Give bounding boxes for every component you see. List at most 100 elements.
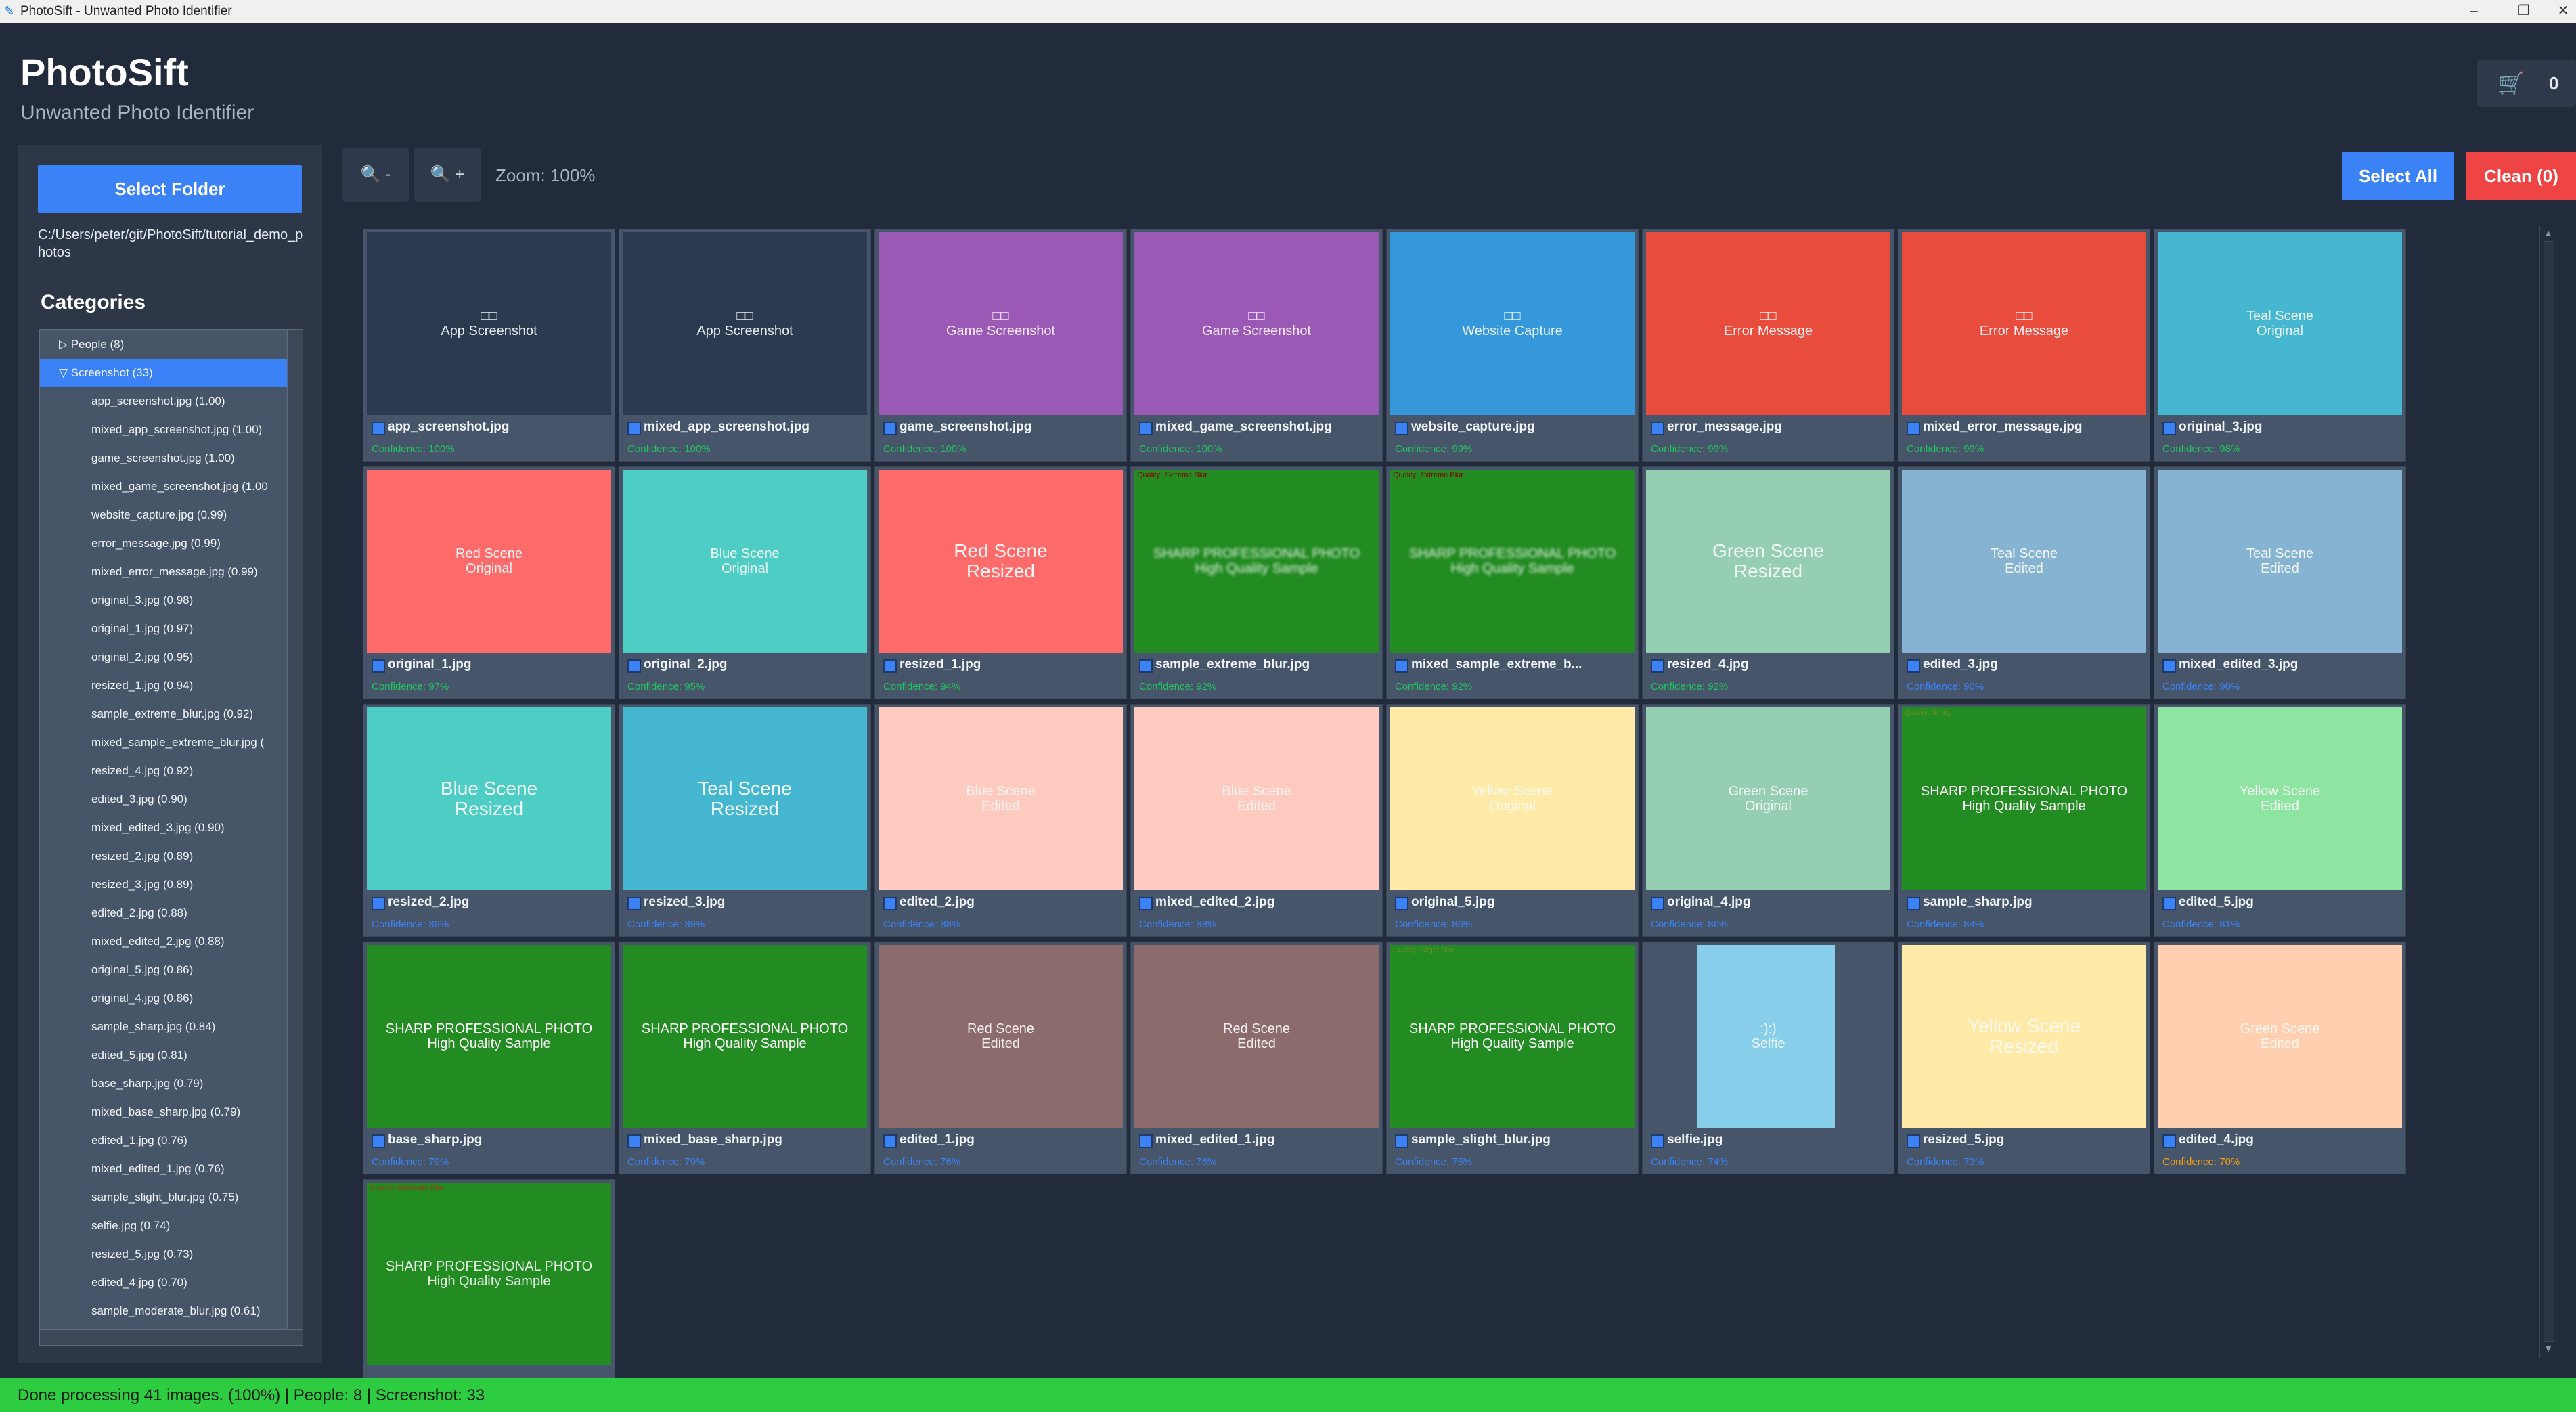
photo-card[interactable]: Green Scene Resized resized_4.jpg Confiden… <box>1642 466 1894 699</box>
tree-item-file[interactable]: original_5.jpg (0.86) <box>40 956 303 984</box>
photo-card[interactable]: SHARP PROFESSIONAL PHOTO High Quality Sa… <box>1898 704 2150 937</box>
tree-item-file[interactable]: error_message.jpg (0.99) <box>40 530 303 557</box>
tree-item-file[interactable]: resized_1.jpg (0.94) <box>40 672 303 699</box>
select-checkbox[interactable] <box>1907 659 1920 673</box>
photo-thumbnail[interactable]: Red Scene Original <box>367 470 611 653</box>
photo-card[interactable]: Yellow Scene Resized resized_5.jpg Confide… <box>1898 942 2150 1174</box>
photo-card[interactable]: Teal Scene Resized resized_3.jpg Confidenc… <box>619 704 871 937</box>
select-checkbox[interactable] <box>1139 659 1153 673</box>
tree-item-file[interactable]: sample_moderate_blur.jpg (0.61) <box>40 1298 303 1325</box>
select-checkbox[interactable] <box>1651 897 1664 910</box>
select-checkbox[interactable] <box>1395 659 1408 673</box>
tree-item-file[interactable]: base_sharp.jpg (0.79) <box>40 1070 303 1097</box>
cart-button[interactable]: 🛒 0 <box>2477 60 2576 107</box>
tree-item-file[interactable]: resized_3.jpg (0.89) <box>40 871 303 898</box>
tree-item-file[interactable]: edited_2.jpg (0.88) <box>40 900 303 927</box>
minimize-button[interactable]: – <box>2450 0 2497 23</box>
tree-item-file[interactable]: sample_sharp.jpg (0.84) <box>40 1013 303 1040</box>
tree-item-file[interactable]: mixed_error_message.jpg (0.99) <box>40 558 303 586</box>
photo-card[interactable]: SHARP PROFESSIONAL PHOTO High Quality Sa… <box>1130 466 1383 699</box>
select-checkbox[interactable] <box>1651 1134 1664 1148</box>
select-checkbox[interactable] <box>627 659 641 673</box>
tree-item-file[interactable]: resized_2.jpg (0.89) <box>40 843 303 870</box>
photo-thumbnail[interactable]: Red Scene Resized <box>879 470 1123 653</box>
photo-card[interactable]: □□ Website Capture website_capture.jpg Con… <box>1386 229 1639 462</box>
tree-item-file[interactable]: resized_5.jpg (0.73) <box>40 1241 303 1268</box>
select-all-button[interactable]: Select All <box>2342 152 2454 200</box>
scroll-down-icon[interactable]: ▼ <box>2541 1343 2555 1356</box>
scroll-up-icon[interactable]: ▲ <box>2541 227 2555 241</box>
select-checkbox[interactable] <box>2162 897 2176 910</box>
photo-thumbnail[interactable]: SHARP PROFESSIONAL PHOTO High Quality Sa… <box>1902 707 2146 890</box>
photo-card[interactable]: Red Scene Edited mixed_edited_1.jpg Confid… <box>1130 942 1383 1174</box>
select-checkbox[interactable] <box>1907 1134 1920 1148</box>
photo-thumbnail[interactable]: Blue Scene Original <box>623 470 867 653</box>
tree-horizontal-scrollbar[interactable] <box>40 1329 303 1345</box>
photo-card[interactable]: Red Scene Original original_1.jpg Confiden… <box>363 466 615 699</box>
select-checkbox[interactable] <box>627 422 641 435</box>
photo-card[interactable]: SHARP PROFESSIONAL PHOTO High Quality Sa… <box>619 942 871 1174</box>
tree-item-file[interactable]: edited_5.jpg (0.81) <box>40 1042 303 1069</box>
select-checkbox[interactable] <box>883 1134 897 1148</box>
select-checkbox[interactable] <box>883 422 897 435</box>
tree-item-file[interactable]: original_2.jpg (0.95) <box>40 644 303 671</box>
tree-item-file[interactable]: website_capture.jpg (0.99) <box>40 502 303 529</box>
photo-thumbnail[interactable]: Green Scene Resized <box>1646 470 1890 653</box>
tree-item-file[interactable]: edited_3.jpg (0.90) <box>40 786 303 813</box>
photo-thumbnail[interactable]: Red Scene Edited <box>1134 945 1379 1128</box>
select-checkbox[interactable] <box>372 897 385 910</box>
photo-card[interactable]: Blue Scene Edited mixed_edited_2.jpg Confi… <box>1130 704 1383 937</box>
photo-thumbnail[interactable]: Blue Scene Resized <box>367 707 611 890</box>
tree-item-file[interactable]: selfie.jpg (0.74) <box>40 1212 303 1239</box>
select-checkbox[interactable] <box>1395 897 1408 910</box>
tree-item-category[interactable]: ▷ People (8) <box>40 331 303 358</box>
photo-card[interactable]: Red Scene Resized resized_1.jpg Confidence… <box>874 466 1127 699</box>
photo-card[interactable]: Teal Scene Original original_3.jpg Confide… <box>2154 229 2406 462</box>
photo-thumbnail[interactable]: □□ Game Screenshot <box>1134 232 1379 415</box>
tree-item-file[interactable]: sample_extreme_blur.jpg (0.92) <box>40 701 303 728</box>
tree-item-file[interactable]: app_screenshot.jpg (1.00) <box>40 388 303 415</box>
select-checkbox[interactable] <box>627 1134 641 1148</box>
tree-item-file[interactable]: mixed_base_sharp.jpg (0.79) <box>40 1099 303 1126</box>
select-checkbox[interactable] <box>1395 422 1408 435</box>
photo-card[interactable]: □□ Game Screenshot game_screenshot.jpg Con… <box>874 229 1127 462</box>
photo-thumbnail[interactable]: SHARP PROFESSIONAL PHOTO High Quality Sa… <box>367 945 611 1128</box>
select-checkbox[interactable] <box>1907 422 1920 435</box>
photo-thumbnail[interactable]: SHARP PROFESSIONAL PHOTO High Quality Sa… <box>367 1183 611 1365</box>
select-checkbox[interactable] <box>1139 897 1153 910</box>
select-checkbox[interactable] <box>1139 1134 1153 1148</box>
select-checkbox[interactable] <box>372 659 385 673</box>
collapse-arrow-icon[interactable]: ▷ <box>59 338 71 351</box>
photo-thumbnail[interactable]: Teal Scene Original <box>2158 232 2402 415</box>
tree-item-file[interactable]: original_1.jpg (0.97) <box>40 615 303 642</box>
scroll-track[interactable] <box>2544 241 2554 1342</box>
expand-arrow-icon[interactable]: ▽ <box>59 366 71 379</box>
photo-thumbnail[interactable]: Green Scene Edited <box>2158 945 2402 1128</box>
select-checkbox[interactable] <box>883 659 897 673</box>
select-checkbox[interactable] <box>372 422 385 435</box>
photo-thumbnail[interactable]: □□ Error Message <box>1646 232 1890 415</box>
select-folder-button[interactable]: Select Folder <box>38 165 302 213</box>
clean-button[interactable]: Clean (0) <box>2466 152 2576 200</box>
photo-thumbnail[interactable]: □□ App Screenshot <box>623 232 867 415</box>
photo-card[interactable]: □□ Game Screenshot mixed_game_screenshot.… <box>1130 229 1383 462</box>
tree-item-file[interactable]: mixed_app_screenshot.jpg (1.00) <box>40 416 303 443</box>
photo-card[interactable]: Green Scene Edited edited_4.jpg Confidence… <box>2154 942 2406 1174</box>
tree-item-file[interactable]: sample_slight_blur.jpg (0.75) <box>40 1184 303 1211</box>
tree-item-file[interactable]: game_screenshot.jpg (1.00) <box>40 445 303 472</box>
photo-thumbnail[interactable]: □□ Error Message <box>1902 232 2146 415</box>
tree-item-file[interactable]: mixed_game_screenshot.jpg (1.00 <box>40 473 303 500</box>
photo-thumbnail[interactable]: Teal Scene Edited <box>1902 470 2146 653</box>
photo-thumbnail[interactable]: Blue Scene Edited <box>1134 707 1379 890</box>
photo-thumbnail[interactable]: SHARP PROFESSIONAL PHOTO High Quality Sa… <box>1134 470 1379 653</box>
photo-thumbnail[interactable]: Yellow Scene Resized <box>1902 945 2146 1128</box>
photo-card[interactable]: □□ App Screenshot mixed_app_screenshot.jp… <box>619 229 871 462</box>
photo-thumbnail[interactable]: Red Scene Edited <box>879 945 1123 1128</box>
select-checkbox[interactable] <box>1651 422 1664 435</box>
photo-card[interactable]: SHARP PROFESSIONAL PHOTO High Quality Sa… <box>363 1179 615 1412</box>
photo-card[interactable]: SHARP PROFESSIONAL PHOTO High Quality Sa… <box>1386 466 1639 699</box>
tree-item-file[interactable]: mixed_edited_1.jpg (0.76) <box>40 1155 303 1183</box>
select-checkbox[interactable] <box>1139 422 1153 435</box>
photo-card[interactable]: Green Scene Original original_4.jpg Confid… <box>1642 704 1894 937</box>
photo-thumbnail[interactable]: Yellow Scene Edited <box>2158 707 2402 890</box>
